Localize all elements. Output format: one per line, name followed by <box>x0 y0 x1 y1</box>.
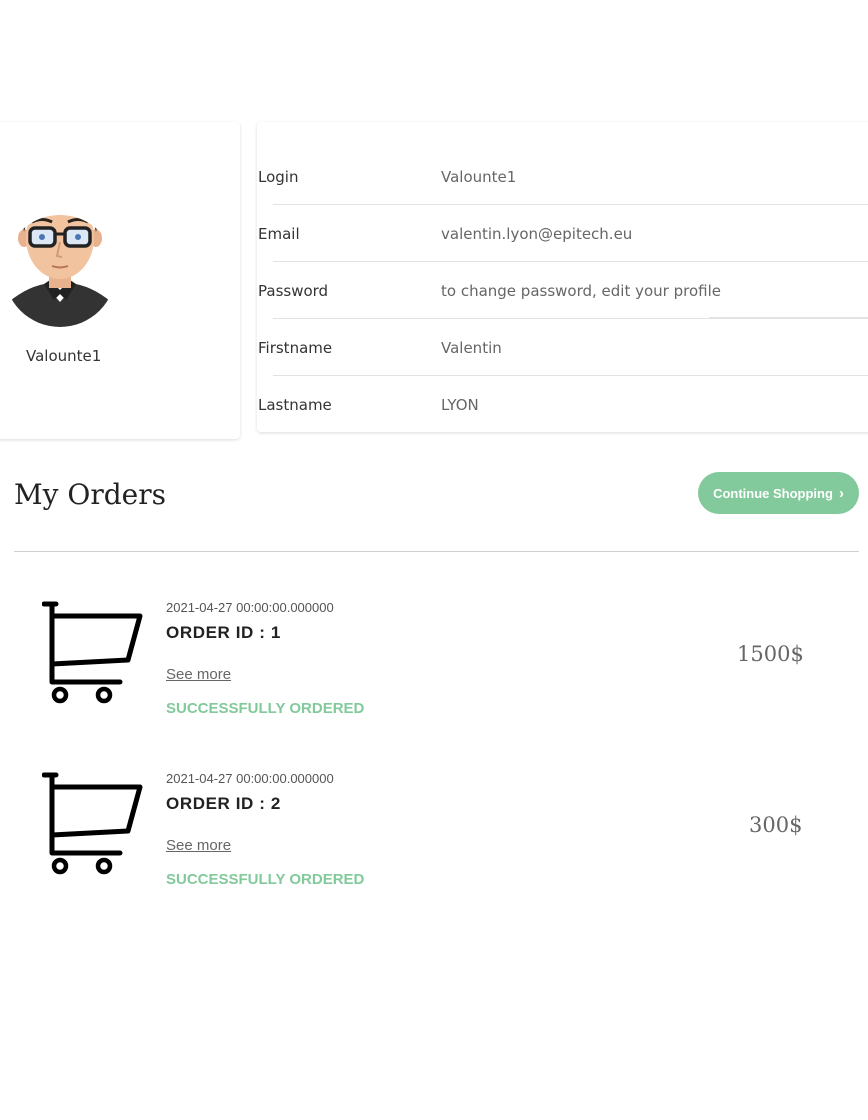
info-row-email: Email valentin.lyon@epitech.eu <box>257 179 868 243</box>
order-status: SUCCESSFULLY ORDERED <box>166 700 365 717</box>
info-value-lastname: LYON <box>441 396 479 414</box>
info-row-lastname: Lastname LYON <box>257 350 868 414</box>
order-price: 1500$ <box>737 642 804 666</box>
continue-shopping-button[interactable]: Continue Shopping › <box>698 472 859 514</box>
info-row-login: Login Valounte1 <box>257 122 868 186</box>
see-more-link[interactable]: See more <box>166 666 231 683</box>
info-label-lastname: Lastname <box>258 396 332 414</box>
order-id: ORDER ID : 1 <box>166 623 281 642</box>
order-item: 2021-04-27 00:00:00.000000 ORDER ID : 1 … <box>0 598 868 738</box>
orders-divider <box>14 551 859 552</box>
shopping-cart-icon <box>42 601 143 704</box>
order-item: 2021-04-27 00:00:00.000000 ORDER ID : 2 … <box>0 769 868 909</box>
info-row-password: Password to change password, edit your p… <box>257 236 868 300</box>
order-id: ORDER ID : 2 <box>166 794 281 813</box>
order-price: 300$ <box>749 813 803 837</box>
profile-username: Valounte1 <box>26 347 102 365</box>
orders-title: My Orders <box>14 478 166 511</box>
account-info-card: Login Valounte1 Email valentin.lyon@epit… <box>257 122 868 432</box>
order-date: 2021-04-27 00:00:00.000000 <box>166 771 334 786</box>
continue-shopping-label: Continue Shopping <box>713 485 833 501</box>
info-row-firstname: Firstname Valentin <box>257 293 868 357</box>
order-date: 2021-04-27 00:00:00.000000 <box>166 600 334 615</box>
user-avatar <box>4 215 116 327</box>
order-status: SUCCESSFULLY ORDERED <box>166 871 365 888</box>
see-more-link[interactable]: See more <box>166 837 231 854</box>
profile-card: Valounte1 <box>0 122 240 439</box>
shopping-cart-icon <box>42 772 143 875</box>
chevron-right-icon: › <box>838 484 844 502</box>
